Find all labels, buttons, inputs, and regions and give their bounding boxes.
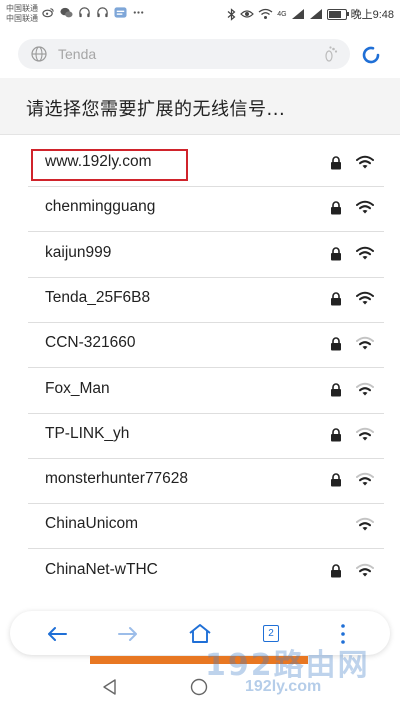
wifi-signal-icon — [356, 427, 374, 441]
signal-icon-2 — [309, 9, 322, 19]
wifi-row[interactable]: monsterhunter77628 — [28, 458, 384, 505]
wifi-ssid: Tenda_25F6B8 — [45, 288, 151, 306]
wifi-signal-icon — [356, 336, 374, 350]
wifi-row[interactable]: kaijun999 — [28, 232, 384, 278]
wifi-row[interactable]: Fox_Man — [28, 368, 384, 414]
network-type-label: 4G — [277, 10, 287, 18]
wifi-signal-icon — [356, 382, 374, 395]
address-bar[interactable]: Tenda — [18, 39, 350, 69]
lock-icon — [331, 428, 341, 442]
page-header: 请选择您需要扩展的无线信号... — [0, 78, 400, 135]
battery-icon — [326, 8, 349, 20]
wifi-ssid: Fox_Man — [45, 379, 110, 397]
wifi-row[interactable]: CCN-321660 — [28, 322, 384, 369]
headset-icon-2 — [97, 7, 108, 18]
signal-icon-1 — [291, 9, 304, 19]
wifi-ssid: chenmingguang — [45, 198, 156, 216]
wifi-ssid: kaijun999 — [45, 243, 112, 261]
browser-toolbar: 2 — [10, 611, 390, 655]
more-icon[interactable] — [330, 621, 356, 647]
lock-icon — [331, 292, 341, 306]
wifi-ssid: ChinaUnicom — [45, 515, 139, 533]
back-arrow-icon[interactable] — [44, 621, 70, 647]
bluetooth-icon — [227, 7, 236, 21]
carrier-label-1: 中国联通 — [6, 4, 38, 13]
eye-icon — [240, 10, 255, 18]
wifi-ssid: ChinaNet-wTHC — [45, 560, 158, 578]
wifi-ssid: monsterhunter77628 — [45, 470, 189, 488]
lock-icon — [331, 201, 341, 215]
more-notifications-icon — [133, 11, 144, 14]
wifi-row[interactable]: TP-LINK_yh — [28, 413, 384, 459]
lock-icon — [331, 563, 341, 578]
lock-icon — [331, 473, 341, 487]
status-bar: 中国联通 中国联通 4G 晚上9:48 — [0, 0, 400, 28]
url-text[interactable]: Tenda — [58, 46, 96, 62]
carrier-label-2: 中国联通 — [6, 14, 38, 23]
wifi-signal-icon — [356, 563, 374, 577]
tab-count: 2 — [263, 625, 279, 642]
wifi-signal-icon — [356, 291, 374, 305]
wifi-status-icon — [258, 8, 273, 19]
status-indicators: 4G 晚上9:48 — [227, 6, 394, 22]
forward-arrow-icon[interactable] — [115, 621, 141, 647]
wechat-icon — [60, 7, 73, 18]
wifi-signal-icon — [356, 472, 374, 486]
lock-icon — [331, 337, 341, 351]
reload-icon[interactable] — [359, 43, 383, 67]
wifi-ssid: TP-LINK_yh — [45, 424, 130, 442]
notification-icons — [42, 6, 145, 19]
wifi-row[interactable]: ChinaNet-wTHC — [28, 549, 384, 590]
wifi-ssid: CCN-321660 — [45, 334, 136, 352]
highlight-box — [31, 149, 188, 181]
wifi-signal-icon — [356, 518, 374, 531]
globe-icon — [31, 46, 47, 62]
nav-back-icon[interactable] — [101, 678, 119, 696]
weibo-icon — [42, 8, 54, 18]
footprint-icon[interactable] — [322, 45, 340, 63]
nav-home-icon[interactable] — [190, 678, 208, 696]
tabs-button[interactable]: 2 — [258, 621, 284, 647]
lock-icon — [331, 156, 341, 170]
lock-icon — [331, 246, 341, 261]
system-nav-bar — [0, 664, 400, 711]
page-title: 请选择您需要扩展的无线信号... — [26, 99, 286, 120]
wifi-signal-icon — [356, 155, 374, 169]
app-notification-icon — [114, 7, 127, 18]
wifi-signal-icon — [356, 201, 374, 214]
clock-label: 晚上9:48 — [350, 9, 394, 21]
wifi-row[interactable]: chenmingguang — [28, 186, 384, 233]
headset-icon-1 — [79, 7, 90, 18]
wifi-network-list: www.192ly.com chenmingguang kaijun999 Tenda… — [0, 141, 400, 590]
orange-progress-bar — [90, 656, 308, 664]
wifi-row[interactable]: Tenda_25F6B8 — [28, 277, 384, 323]
lock-icon — [331, 382, 341, 396]
wifi-row[interactable]: ChinaUnicom — [28, 503, 384, 550]
wifi-signal-icon — [356, 246, 374, 260]
home-icon[interactable] — [187, 621, 213, 647]
